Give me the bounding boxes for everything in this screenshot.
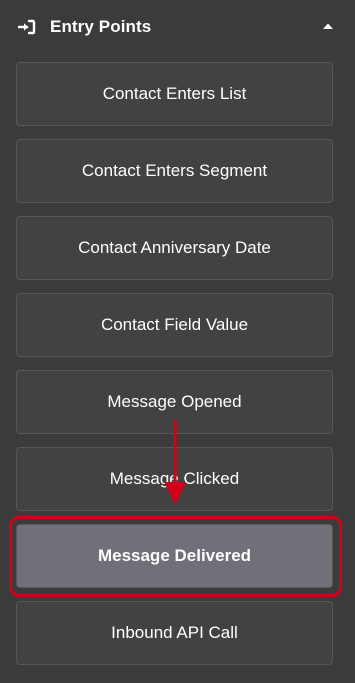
entry-label: Contact Enters List — [102, 84, 247, 103]
entry-contact-enters-list[interactable]: Contact Enters List — [16, 62, 333, 126]
entry-message-clicked[interactable]: Message Clicked — [16, 447, 333, 511]
entry-contact-enters-segment[interactable]: Contact Enters Segment — [16, 139, 333, 203]
entry-label: Contact Anniversary Date — [78, 238, 271, 257]
entry-label: Contact Enters Segment — [81, 161, 268, 180]
entry-label: Message Opened — [107, 392, 242, 411]
entry-contact-anniversary-date[interactable]: Contact Anniversary Date — [16, 216, 333, 280]
sign-in-icon — [18, 18, 40, 36]
caret-up-icon[interactable] — [321, 20, 335, 32]
entry-points-header[interactable]: Entry Points — [0, 0, 355, 54]
entry-message-opened[interactable]: Message Opened — [16, 370, 333, 434]
entry-label: Message Clicked — [109, 469, 240, 488]
entry-label: Contact Field Value — [100, 315, 249, 334]
entry-label: Inbound API Call — [111, 623, 238, 642]
entry-label: Message Delivered — [97, 546, 252, 565]
entry-message-delivered[interactable]: Message Delivered — [16, 524, 333, 588]
entry-points-list: Contact Enters List Contact Enters Segme… — [16, 62, 333, 678]
section-title: Entry Points — [50, 17, 152, 36]
entry-inbound-api-call[interactable]: Inbound API Call — [16, 601, 333, 665]
entry-contact-field-value[interactable]: Contact Field Value — [16, 293, 333, 357]
